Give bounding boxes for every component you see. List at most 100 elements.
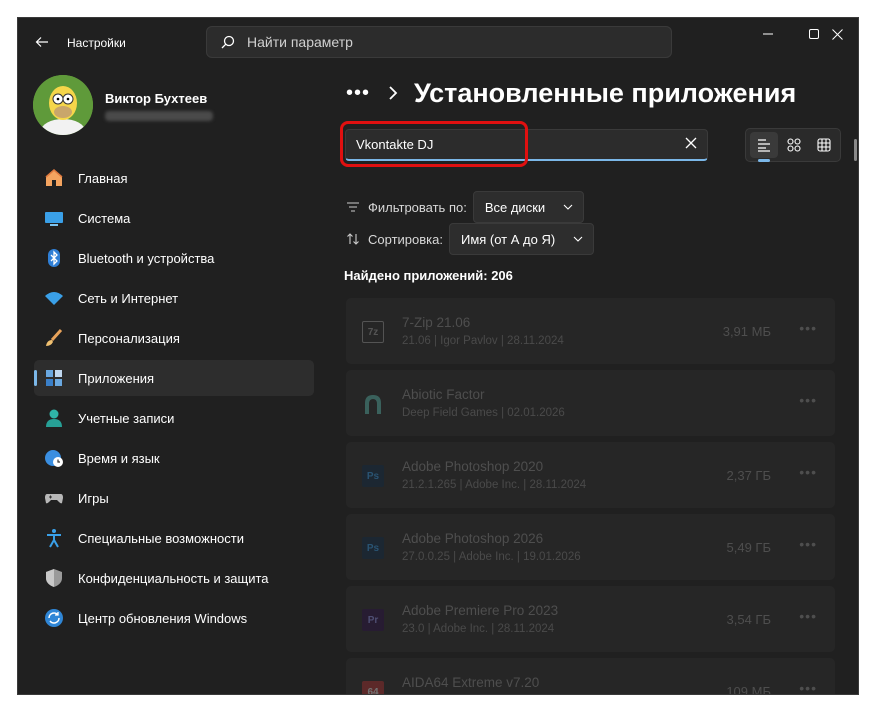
abiotic-factor-logo-icon	[362, 393, 384, 415]
account-icon	[44, 408, 64, 428]
app-name: Adobe Premiere Pro 2023	[402, 603, 559, 618]
list-item[interactable]: Pr Adobe Premiere Pro 2023 23.0 | Adobe …	[346, 586, 835, 652]
app-title: Настройки	[67, 36, 126, 50]
user-email-blurred	[105, 111, 213, 121]
app-size: 3,54 ГБ	[726, 612, 771, 627]
sidebar-item-accessibility[interactable]: Специальные возможности	[34, 520, 314, 556]
app-name: Abiotic Factor	[402, 387, 485, 402]
gamepad-icon	[44, 488, 64, 508]
list-item[interactable]: Abiotic Factor Deep Field Games | 02.01.…	[346, 370, 835, 436]
close-icon	[831, 28, 843, 40]
search-icon	[221, 35, 235, 49]
sidebar-item-accounts[interactable]: Учетные записи	[34, 400, 314, 436]
filter-label: Фильтровать по:	[368, 199, 467, 215]
list-view-icon	[758, 139, 770, 152]
filter-row: Фильтровать по: Все диски	[346, 190, 585, 224]
installed-apps-list: 7z 7-Zip 21.06 21.06 | Igor Pavlov | 28.…	[346, 298, 835, 695]
grid-view-button[interactable]	[810, 132, 838, 158]
bluetooth-icon	[44, 248, 64, 268]
sidebar-item-label: Специальные возможности	[78, 530, 244, 546]
grid-view-icon	[817, 138, 831, 152]
sidebar-item-bluetooth[interactable]: Bluetooth и устройства	[34, 240, 314, 276]
sidebar-item-time-language[interactable]: Время и язык	[34, 440, 314, 476]
app-meta: 21.06 | Igor Pavlov | 28.11.2024	[402, 335, 564, 347]
settings-search-input[interactable]	[247, 34, 627, 50]
arrow-left-icon	[35, 37, 48, 47]
chevron-down-icon	[563, 204, 573, 210]
sort-label: Сортировка:	[368, 231, 443, 247]
more-options-button[interactable]: •••	[799, 536, 817, 552]
filter-dropdown[interactable]: Все диски	[472, 191, 585, 223]
app-name: Adobe Photoshop 2020	[402, 459, 544, 474]
app-search-box[interactable]	[345, 129, 708, 161]
aida64-logo-icon: 64	[362, 681, 384, 694]
app-meta: 23.0 | Adobe Inc. | 28.11.2024	[402, 623, 555, 635]
settings-window: Настройки Найти параметр Виктор Бухтеев …	[17, 17, 859, 695]
user-name: Виктор Бухтеев	[105, 91, 208, 106]
back-button[interactable]	[30, 30, 54, 54]
sort-dropdown[interactable]: Имя (от А до Я)	[448, 223, 595, 255]
sidebar-item-label: Учетные записи	[78, 410, 175, 426]
sidebar-item-label: Центр обновления Windows	[78, 610, 248, 626]
app-name: AIDA64 Extreme v7.20	[402, 675, 540, 690]
sidebar-item-network[interactable]: Сеть и Интернет	[34, 280, 314, 316]
list-item[interactable]: 64 AIDA64 Extreme v7.20 109 МБ •••	[346, 658, 835, 695]
app-name: 7-Zip 21.06	[402, 315, 471, 330]
shield-icon	[44, 568, 64, 588]
app-meta: 21.2.1.265 | Adobe Inc. | 28.11.2024	[402, 479, 587, 491]
sidebar-item-system[interactable]: Система	[34, 200, 314, 236]
sidebar-item-apps[interactable]: Приложения	[34, 360, 314, 396]
sort-row: Сортировка: Имя (от А до Я)	[346, 222, 595, 256]
filter-value: Все диски	[484, 199, 546, 215]
chevron-down-icon	[573, 236, 583, 242]
sidebar-item-gaming[interactable]: Игры	[34, 480, 314, 516]
app-size: 3,91 МБ	[722, 324, 771, 339]
sidebar-item-home[interactable]: Главная	[34, 160, 314, 196]
sidebar-item-label: Система	[78, 210, 131, 226]
avatar	[33, 75, 93, 135]
more-options-button[interactable]: •••	[799, 464, 817, 480]
sidebar-item-label: Конфиденциальность и защита	[78, 570, 269, 586]
sidebar-item-label: Приложения	[78, 370, 155, 386]
sidebar-item-label: Персонализация	[78, 330, 180, 346]
list-item[interactable]: 7z 7-Zip 21.06 21.06 | Igor Pavlov | 28.…	[346, 298, 835, 364]
apps-icon	[44, 368, 64, 388]
breadcrumb-more-button[interactable]: •••	[346, 82, 374, 105]
more-options-button[interactable]: •••	[799, 320, 817, 336]
settings-search-box[interactable]	[206, 26, 672, 58]
sidebar-item-personalization[interactable]: Персонализация	[34, 320, 314, 356]
sidebar-item-privacy[interactable]: Конфиденциальность и защита	[34, 560, 314, 596]
title-bar: Настройки	[18, 18, 858, 66]
sort-icon	[346, 232, 362, 246]
list-item[interactable]: Ps Adobe Photoshop 2026 27.0.0.25 | Adob…	[346, 514, 835, 580]
app-size: 109 МБ	[726, 684, 771, 695]
app-search-input[interactable]	[356, 137, 676, 152]
sidebar-item-label: Сеть и Интернет	[78, 290, 179, 306]
tiles-view-icon	[787, 138, 801, 152]
list-view-button[interactable]	[750, 132, 778, 162]
close-button[interactable]	[814, 18, 858, 50]
sidebar-item-windows-update[interactable]: Центр обновления Windows	[34, 600, 314, 636]
more-options-button[interactable]: •••	[799, 680, 817, 694]
scrollbar-thumb[interactable]	[854, 139, 857, 161]
more-options-button[interactable]: •••	[799, 392, 817, 408]
more-options-button[interactable]: •••	[799, 608, 817, 624]
minimize-button[interactable]	[745, 18, 791, 50]
filter-icon	[346, 201, 362, 213]
photoshop-logo-icon: Ps	[362, 465, 384, 487]
accessibility-icon	[44, 528, 64, 548]
list-item[interactable]: Ps Adobe Photoshop 2020 21.2.1.265 | Ado…	[346, 442, 835, 508]
clear-search-button[interactable]	[685, 137, 697, 149]
home-icon	[44, 168, 64, 188]
7zip-logo-icon: 7z	[362, 321, 384, 343]
app-size: 2,37 ГБ	[726, 468, 771, 483]
found-apps-count: Найдено приложений: 206	[344, 268, 513, 283]
page-title: Установленные приложения	[414, 77, 797, 108]
app-meta: 27.0.0.25 | Adobe Inc. | 19.01.2026	[402, 551, 581, 563]
app-size: 5,49 ГБ	[726, 540, 771, 555]
premiere-pro-logo-icon: Pr	[362, 609, 384, 631]
tiles-view-button[interactable]	[780, 132, 808, 158]
breadcrumb: ••• Установленные приложения	[346, 76, 796, 110]
photoshop-logo-icon: Ps	[362, 537, 384, 559]
wifi-icon	[44, 288, 64, 308]
